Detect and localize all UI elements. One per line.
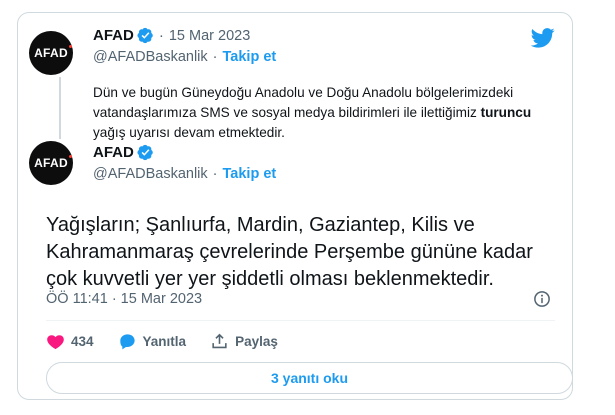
like-button[interactable]: 434 bbox=[46, 332, 94, 351]
avatar-logo-text: AFAD bbox=[34, 45, 72, 60]
separator-dot: · bbox=[212, 166, 218, 182]
quoted-text-part: yağış uyarısı devam etmektedir. bbox=[93, 125, 285, 140]
follow-button[interactable]: Takip et bbox=[223, 49, 277, 65]
info-icon[interactable] bbox=[533, 290, 551, 308]
avatar[interactable]: AFAD bbox=[29, 31, 73, 75]
author-name[interactable]: AFAD bbox=[93, 27, 134, 44]
author-handle[interactable]: @AFADBaskanlik bbox=[93, 166, 208, 182]
reply-label: Yanıtla bbox=[142, 334, 187, 349]
verified-badge-icon bbox=[137, 144, 153, 161]
avatar[interactable]: AFAD bbox=[29, 141, 73, 185]
separator-dot: · bbox=[212, 49, 218, 65]
quoted-handle-row: @AFADBaskanlik · Takip et bbox=[93, 49, 276, 65]
like-count: 434 bbox=[71, 334, 94, 349]
twitter-bird-icon[interactable] bbox=[531, 28, 555, 48]
share-button[interactable]: Paylaş bbox=[210, 332, 278, 351]
author-name[interactable]: AFAD bbox=[93, 144, 134, 161]
share-icon bbox=[212, 333, 227, 349]
heart-icon bbox=[47, 335, 64, 350]
reply-bubble-icon bbox=[119, 334, 135, 350]
embedded-tweet-card: AFAD AFAD · 15 Mar 2023 @AFADBaskanlik ·… bbox=[17, 12, 573, 400]
separator-dot: · bbox=[158, 27, 164, 44]
quoted-date[interactable]: 15 Mar 2023 bbox=[169, 28, 250, 44]
tweet-author-row: AFAD bbox=[93, 144, 154, 161]
avatar-logo-text: AFAD bbox=[34, 155, 72, 170]
quoted-text-part: Dün ve bugün Güneydoğu Anadolu ve Doğu A… bbox=[93, 85, 514, 120]
follow-button[interactable]: Takip et bbox=[223, 166, 277, 182]
author-handle[interactable]: @AFADBaskanlik bbox=[93, 49, 208, 65]
read-replies-button[interactable]: 3 yanıtı oku bbox=[46, 362, 573, 394]
tweet-actions: 434 Yanıtla Paylaş bbox=[46, 332, 302, 351]
thread-connector-line bbox=[59, 77, 61, 139]
tweet-text: Yağışların; Şanlıurfa, Mardin, Gaziantep… bbox=[46, 214, 533, 290]
verified-badge-icon bbox=[137, 27, 153, 44]
divider bbox=[46, 320, 555, 321]
tweet-timestamp[interactable]: ÖÖ 11:41 · 15 Mar 2023 bbox=[46, 291, 202, 307]
tweet-meta-row: ÖÖ 11:41 · 15 Mar 2023 bbox=[46, 291, 202, 307]
share-label: Paylaş bbox=[235, 334, 278, 349]
tweet-handle-row: @AFADBaskanlik · Takip et bbox=[93, 166, 276, 182]
quoted-tweet-text: Dün ve bugün Güneydoğu Anadolu ve Doğu A… bbox=[93, 83, 563, 143]
reply-button[interactable]: Yanıtla bbox=[118, 332, 187, 351]
quoted-author-row: AFAD · 15 Mar 2023 bbox=[93, 27, 250, 44]
quoted-text-bold: turuncu bbox=[480, 105, 532, 120]
